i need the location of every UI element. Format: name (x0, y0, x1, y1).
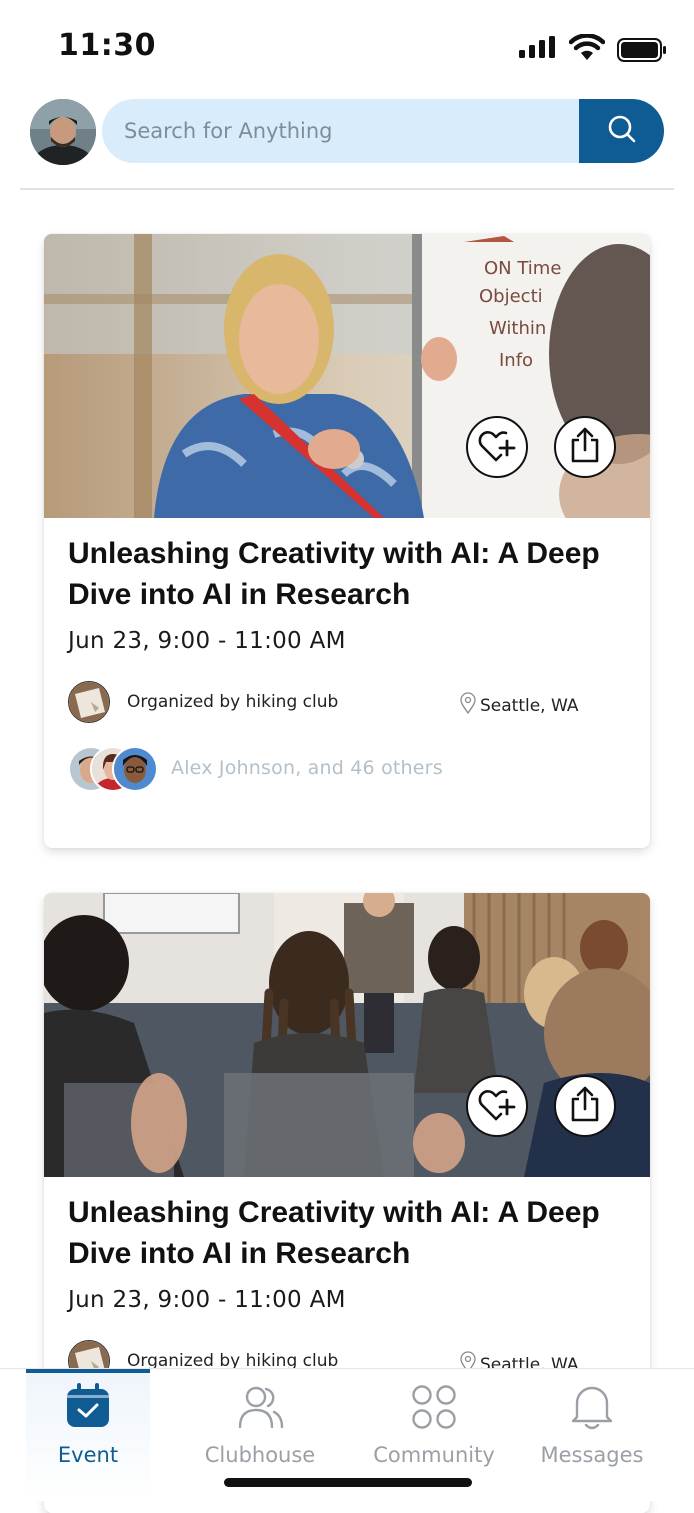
status-time: 11:30 (58, 28, 156, 63)
search-icon (607, 114, 637, 148)
tab-label: Community (373, 1443, 495, 1467)
battery-icon (617, 38, 667, 66)
svg-text:Objecti: Objecti (479, 286, 543, 307)
svg-text:Within: Within (489, 318, 546, 339)
cellular-signal-icon (519, 36, 555, 62)
heart-plus-icon (477, 427, 517, 467)
bell-icon (569, 1383, 615, 1435)
favorite-button[interactable] (466, 416, 528, 478)
tab-event[interactable]: Event (26, 1369, 150, 1501)
tab-label: Clubhouse (204, 1443, 316, 1467)
share-icon (568, 426, 602, 468)
grid-icon (411, 1384, 457, 1434)
event-image (44, 893, 650, 1177)
favorite-button[interactable] (466, 1075, 528, 1137)
location-text: Seattle, WA (480, 695, 579, 716)
organizer-name[interactable]: Organized by hiking club (127, 692, 338, 712)
event-date: Jun 23, 9:00 - 11:00 AM (68, 628, 346, 654)
tab-label: Messages (540, 1443, 644, 1467)
calendar-icon (66, 1383, 110, 1433)
status-bar: 11:30 (0, 0, 694, 90)
share-button[interactable] (554, 1075, 616, 1137)
share-button[interactable] (554, 416, 616, 478)
user-avatar[interactable] (30, 99, 96, 165)
organizer-row: Organized by hiking club Seattle, WA (68, 681, 628, 725)
event-title: Unleashing Creativity with AI: A Deep Di… (68, 537, 600, 611)
event-date: Jun 23, 9:00 - 11:00 AM (68, 1287, 346, 1313)
svg-text:ON Time: ON Time (484, 258, 561, 279)
attendees-row[interactable]: Alex Johnson, and 46 others (68, 746, 628, 792)
event-image: ON Time Objecti Within Info (44, 234, 650, 518)
location: Seattle, WA (460, 692, 579, 719)
event-card[interactable]: ON Time Objecti Within Info Unleashing C… (44, 234, 650, 848)
home-indicator (224, 1478, 472, 1487)
attendee-avatar (112, 746, 158, 792)
search-input[interactable] (102, 99, 594, 163)
attendees-text: Alex Johnson, and 46 others (171, 757, 443, 779)
tab-label: Event (57, 1443, 119, 1467)
event-title: Unleashing Creativity with AI: A Deep Di… (68, 1196, 600, 1270)
organizer-avatar[interactable] (68, 681, 110, 723)
wifi-icon (568, 33, 606, 64)
top-bar (0, 96, 694, 168)
heart-plus-icon (477, 1086, 517, 1126)
svg-text:Info: Info (499, 350, 533, 371)
location-pin-icon (460, 692, 476, 719)
search-bar (102, 99, 664, 163)
active-tab-indicator (26, 1369, 150, 1373)
search-button[interactable] (579, 99, 664, 163)
header-divider (20, 188, 674, 190)
share-icon (568, 1085, 602, 1127)
tab-messages[interactable]: Messages (530, 1369, 654, 1501)
people-icon (238, 1385, 284, 1433)
